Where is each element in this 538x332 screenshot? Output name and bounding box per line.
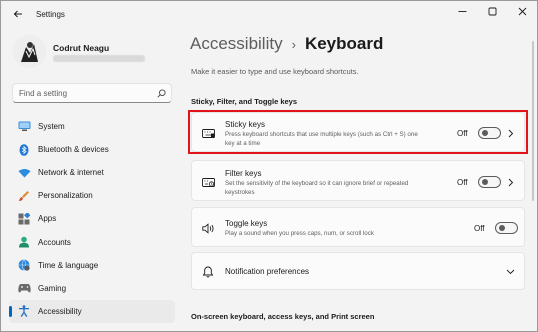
chevron-down-icon[interactable] [505, 267, 515, 277]
toggle-knob [481, 179, 488, 185]
monitor-icon [17, 120, 31, 134]
scrollbar[interactable] [532, 41, 534, 201]
sidebar-item-label: Accounts [38, 237, 71, 247]
close-button[interactable] [507, 1, 537, 21]
filter-keys-title: Filter keys [225, 169, 262, 178]
minimize-button[interactable] [447, 1, 477, 21]
maximize-button[interactable] [477, 1, 507, 21]
sticky-keys-card[interactable]: Sticky keys Press keyboard shortcuts tha… [191, 112, 525, 152]
sidebar-item-accounts[interactable]: Accounts [9, 230, 175, 253]
sidebar-item-personalization[interactable]: Personalization [9, 184, 175, 207]
user-name: Codrut Neagu [53, 43, 110, 53]
wifi-icon [17, 166, 31, 180]
chevron-right-icon[interactable] [506, 177, 516, 187]
sticky-keys-description-line1: Press keyboard shortcuts that use multip… [225, 131, 418, 138]
sticky-keys-toggle-group: Off [457, 127, 501, 139]
brush-icon [17, 189, 31, 203]
sidebar-item-label: Time & language [38, 260, 99, 270]
sidebar-item-label: Gaming [38, 283, 67, 293]
search-icon[interactable] [153, 85, 169, 101]
toggle-keys-toggle-group: Off [474, 222, 518, 234]
sidebar-nav: System Bluetooth & devices Network & int… [9, 115, 175, 323]
sticky-keys-toggle[interactable] [477, 127, 501, 139]
search-input[interactable]: Find a setting [19, 89, 153, 98]
page-description: Make it easier to type and use keyboard … [191, 67, 359, 76]
chevron-right-icon[interactable] [506, 128, 516, 138]
avatar-image-icon [13, 35, 46, 68]
avatar [13, 35, 46, 68]
filter-keys-description-line2: keystrokes [225, 188, 255, 196]
accessibility-icon [17, 304, 31, 318]
keyboard-filter-icon [201, 175, 215, 189]
gamepad-icon [17, 281, 31, 295]
sidebar-item-system[interactable]: System [9, 115, 175, 138]
filter-keys-description-line1: Set the sensitivity of the keyboard so i… [225, 180, 409, 187]
title-bar: Settings [1, 1, 537, 27]
page-title: Keyboard [304, 34, 384, 53]
sticky-keys-state: Off [457, 128, 468, 138]
bluetooth-icon [17, 143, 31, 157]
close-icon [518, 7, 526, 15]
user-profile[interactable]: Codrut Neagu [13, 35, 181, 75]
back-button[interactable] [7, 3, 29, 25]
person-icon [17, 235, 31, 249]
sidebar-item-label: System [38, 122, 65, 132]
sidebar-item-accessibility[interactable]: Accessibility [9, 299, 175, 323]
filter-keys-toggle-group: Off [457, 176, 501, 188]
app-title: Settings [36, 9, 65, 19]
minimize-icon [458, 10, 466, 12]
globe-clock-icon [17, 258, 31, 272]
toggle-keys-toggle[interactable] [494, 222, 518, 234]
back-arrow-icon [13, 10, 22, 18]
sidebar-item-apps[interactable]: Apps [9, 207, 175, 230]
window-controls [447, 1, 537, 21]
sidebar-item-label: Accessibility [38, 306, 82, 316]
toggle-keys-card: Toggle keys Play a sound when you press … [191, 207, 525, 247]
apps-icon [17, 212, 31, 226]
keyboard-sticky-icon [201, 126, 215, 140]
sidebar-item-network[interactable]: Network & internet [9, 161, 175, 184]
sidebar-item-label: Personalization [38, 191, 93, 201]
sidebar-item-bluetooth[interactable]: Bluetooth & devices [9, 138, 175, 161]
sticky-keys-description-line2: key at a time [225, 139, 261, 147]
notification-preferences-title: Notification preferences [225, 267, 310, 276]
toggle-knob [498, 225, 505, 231]
maximize-icon [488, 7, 496, 15]
notification-preferences-card[interactable]: Notification preferences [191, 252, 525, 290]
filter-keys-card[interactable]: Filter keys Set the sensitivity of the k… [191, 160, 525, 201]
toggle-keys-description: Play a sound when you press caps, num, o… [225, 230, 374, 237]
toggle-keys-title: Toggle keys [225, 219, 268, 228]
sidebar-item-label: Network & internet [38, 168, 104, 178]
section-title-onscreen-keyboard: On-screen keyboard, access keys, and Pri… [191, 312, 375, 321]
filter-keys-toggle[interactable] [477, 176, 501, 188]
user-email-redacted [53, 55, 145, 62]
sidebar-item-label: Apps [38, 214, 57, 224]
bell-icon [201, 265, 215, 279]
toggle-keys-state: Off [474, 223, 485, 233]
sticky-keys-title: Sticky keys [225, 120, 266, 129]
sidebar-item-time-language[interactable]: Time & language [9, 254, 175, 277]
toggle-knob [481, 130, 488, 136]
filter-keys-state: Off [457, 177, 468, 187]
breadcrumb-separator: › [291, 36, 296, 52]
section-title-sticky-filter-toggle: Sticky, Filter, and Toggle keys [191, 97, 298, 106]
breadcrumb: Accessibility › Keyboard [190, 34, 383, 54]
sidebar-item-label: Bluetooth & devices [38, 145, 109, 155]
speaker-icon [201, 221, 215, 235]
sidebar-item-gaming[interactable]: Gaming [9, 277, 175, 300]
breadcrumb-parent-link[interactable]: Accessibility [190, 34, 283, 54]
search-box[interactable]: Find a setting [12, 83, 172, 103]
